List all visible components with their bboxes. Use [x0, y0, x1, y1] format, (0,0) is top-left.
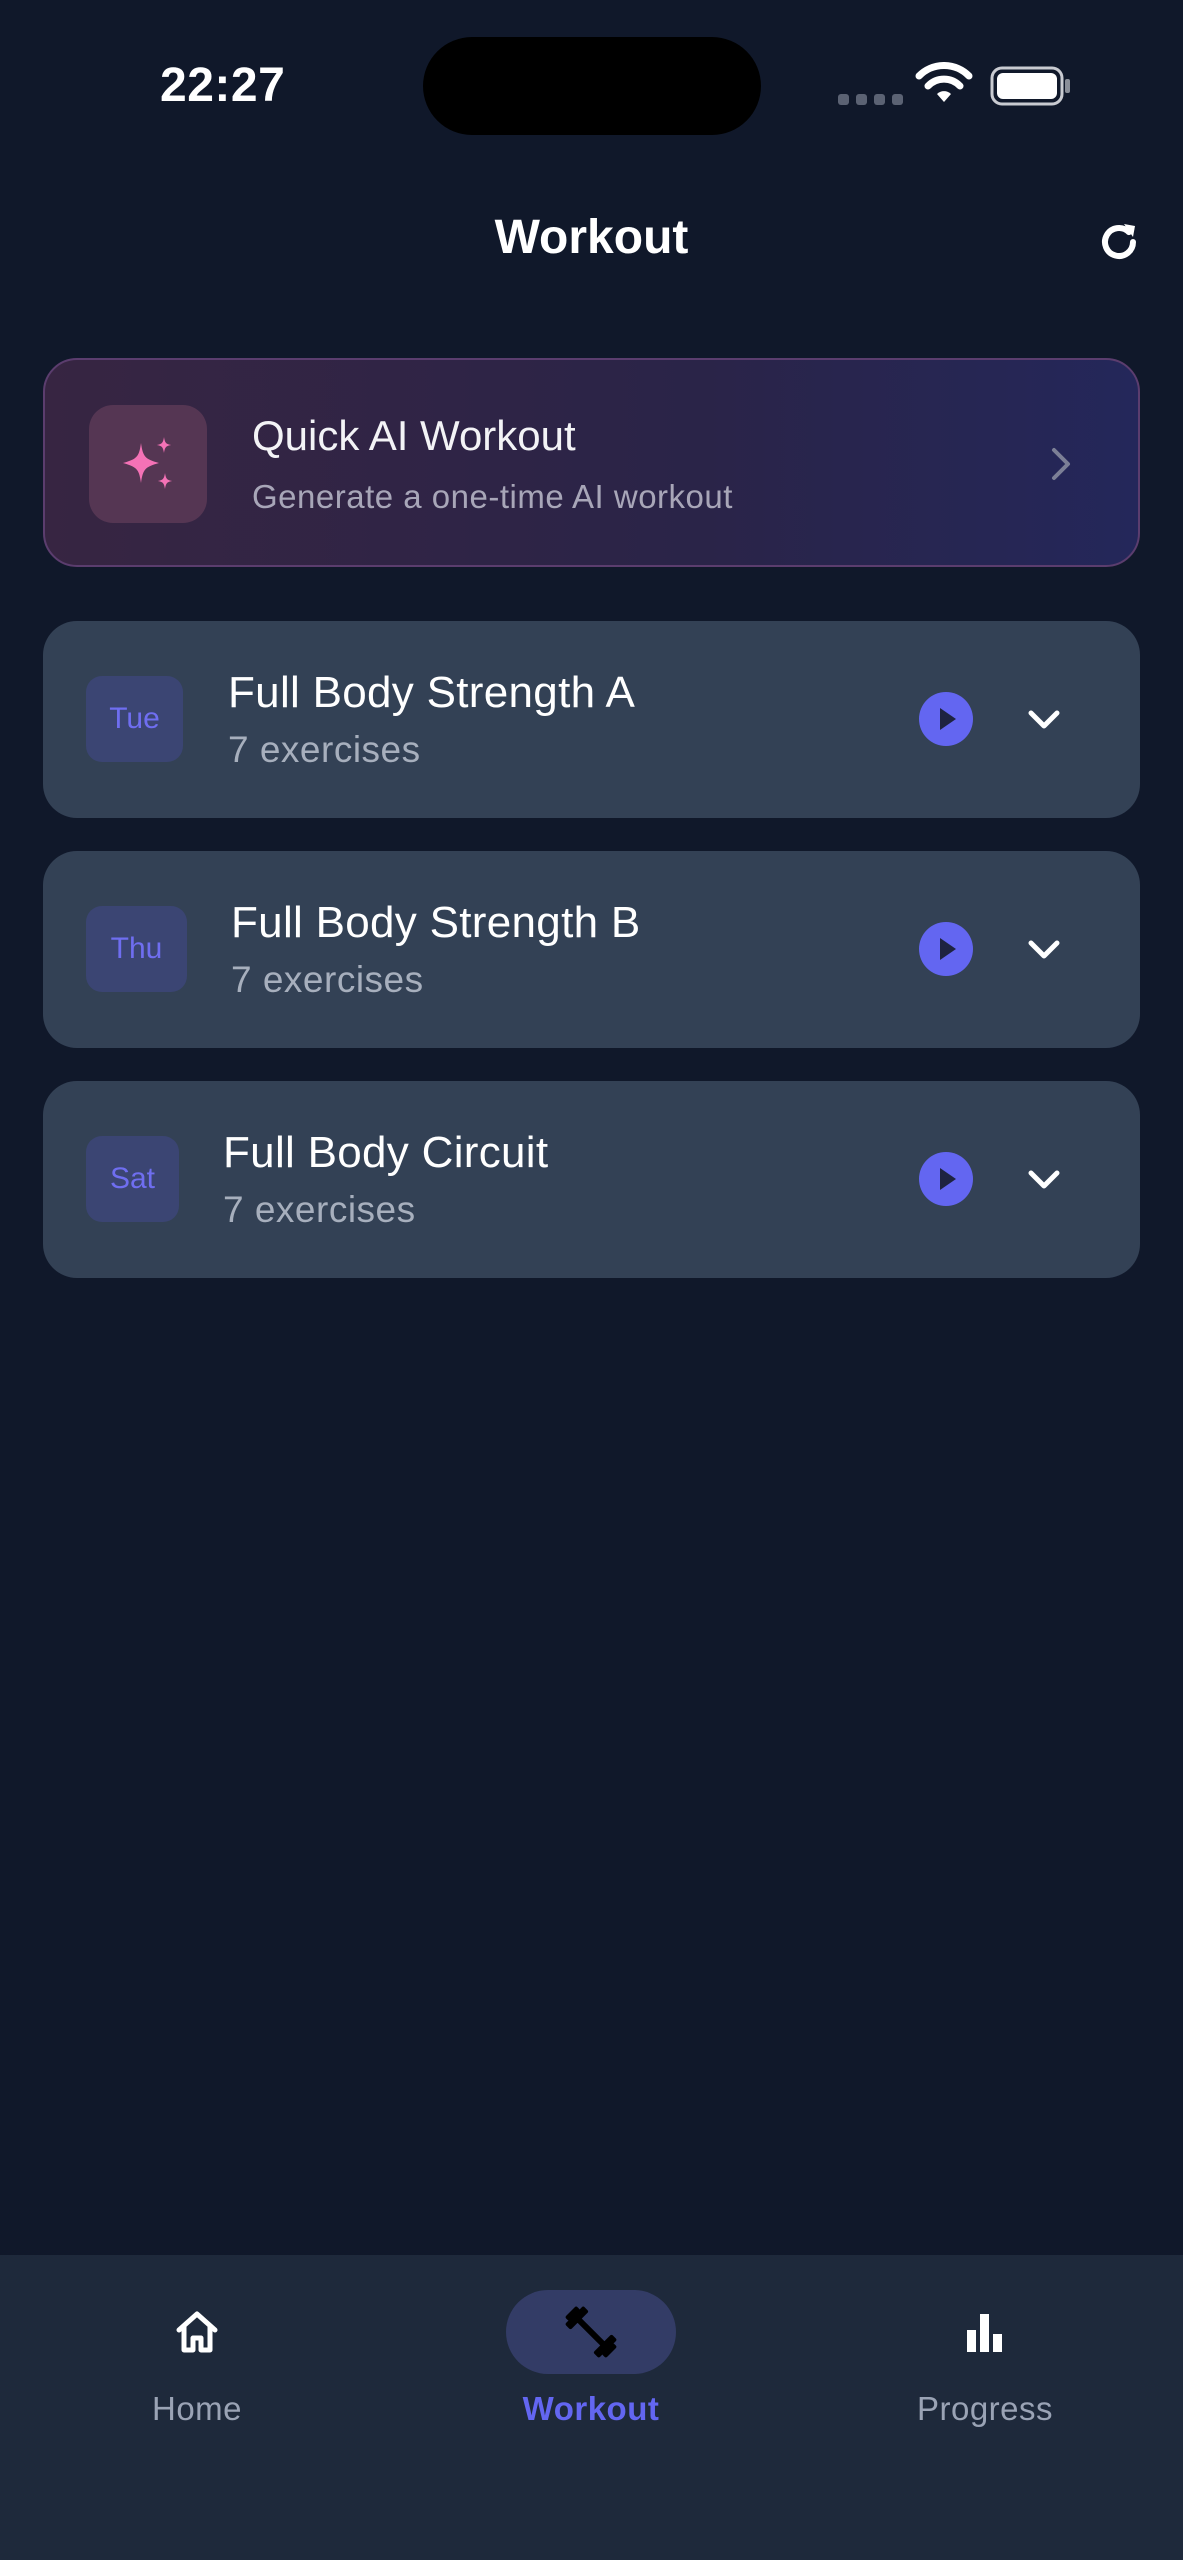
bottom-navigation: Home Workout Progress	[0, 2255, 1183, 2560]
nav-item-workout[interactable]: Workout	[394, 2255, 788, 2455]
workout-card[interactable]: Tue Full Body Strength A 7 exercises	[43, 621, 1140, 818]
workout-name: Full Body Circuit	[223, 1128, 549, 1177]
bar-chart-icon	[967, 2314, 1002, 2352]
day-badge: Tue	[86, 676, 183, 762]
page-title: Workout	[494, 211, 689, 264]
play-button[interactable]	[918, 921, 974, 977]
nav-item-home[interactable]: Home	[0, 2255, 394, 2455]
nav-label: Progress	[916, 2390, 1054, 2427]
workout-screen: 22:27 Workout Quick AI Workout Generate …	[0, 0, 1183, 2560]
battery-icon	[990, 66, 1070, 106]
home-icon	[176, 2311, 218, 2353]
play-button[interactable]	[918, 691, 974, 747]
status-time: 22:27	[160, 59, 286, 112]
exercise-count: 7 exercises	[231, 959, 424, 1000]
refresh-icon	[1102, 224, 1136, 259]
chevron-right-icon	[1052, 448, 1070, 480]
chevron-down-icon[interactable]	[1023, 929, 1065, 971]
exercise-count: 7 exercises	[223, 1189, 416, 1230]
chevron-down-icon[interactable]	[1023, 699, 1065, 741]
ai-card-title: Quick AI Workout	[252, 412, 576, 459]
sparkles-icon	[123, 437, 172, 489]
nav-icon-container	[900, 2290, 1070, 2374]
play-button[interactable]	[918, 1151, 974, 1207]
nav-label: Home	[151, 2390, 243, 2427]
workout-name: Full Body Strength B	[231, 898, 641, 947]
nav-icon-container	[506, 2290, 676, 2374]
exercise-count: 7 exercises	[228, 729, 421, 770]
dumbbell-icon	[565, 2306, 617, 2358]
nav-icon-container	[112, 2290, 282, 2374]
wifi-icon	[915, 62, 973, 102]
quick-ai-workout-card[interactable]: Quick AI Workout Generate a one-time AI …	[43, 358, 1140, 567]
day-badge: Sat	[86, 1136, 179, 1222]
chevron-down-icon[interactable]	[1023, 1159, 1065, 1201]
nav-label: Workout	[522, 2390, 660, 2427]
day-badge: Thu	[86, 906, 187, 992]
workout-card[interactable]: Sat Full Body Circuit 7 exercises	[43, 1081, 1140, 1278]
workout-card[interactable]: Thu Full Body Strength B 7 exercises	[43, 851, 1140, 1048]
cellular-signal-icon	[838, 94, 903, 105]
ai-icon-box	[89, 405, 207, 523]
nav-item-progress[interactable]: Progress	[788, 2255, 1182, 2455]
refresh-button[interactable]	[1090, 213, 1148, 271]
ai-card-subtitle: Generate a one-time AI workout	[252, 478, 733, 515]
dynamic-island	[423, 37, 761, 135]
workout-name: Full Body Strength A	[228, 668, 636, 717]
